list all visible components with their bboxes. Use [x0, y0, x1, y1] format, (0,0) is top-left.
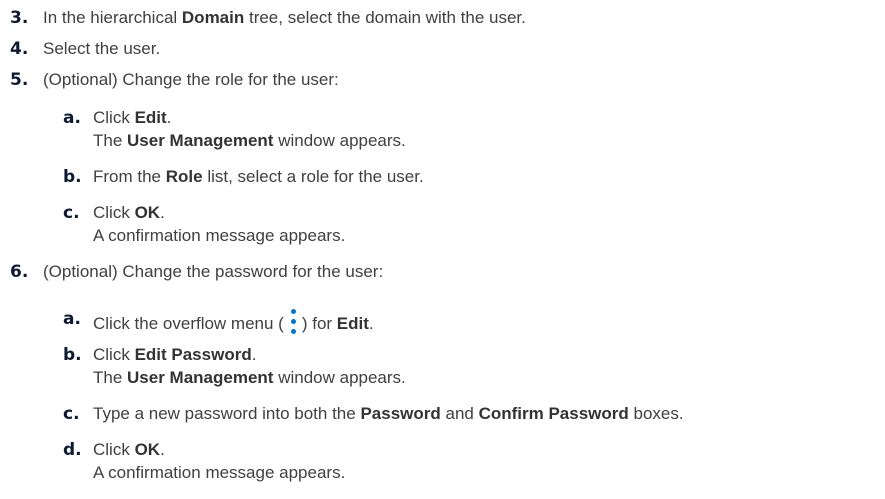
step-number: 4.	[10, 39, 29, 59]
step-text-part: In the hierarchical	[43, 8, 182, 27]
substep-text-part: Click	[93, 108, 135, 127]
ui-term-user-management: User Management	[127, 131, 274, 150]
result-text-part: The	[93, 368, 128, 387]
step-text: Select the user.	[43, 39, 161, 58]
step-text: In the hierarchical Domain tree, select …	[43, 8, 526, 28]
substep-text-part: .	[166, 108, 172, 127]
substep-text: Click Edit Password.	[93, 345, 256, 365]
step-text-part: tree, select the domain with the user.	[244, 8, 526, 27]
result-text-part: window appears.	[273, 131, 406, 150]
step-number: 3.	[10, 8, 29, 28]
substep-text-part: Click the overflow menu (	[93, 314, 284, 333]
result-text-part: The	[93, 131, 128, 150]
substep-text-part: .	[251, 345, 257, 364]
substep-text: Click OK.	[93, 440, 165, 460]
substep-letter: d.	[63, 440, 82, 460]
substep-result: A confirmation message appears.	[93, 226, 346, 245]
ui-term-ok: OK	[134, 440, 161, 459]
substep-text-part: ) for	[301, 314, 337, 333]
procedure-document: 3. In the hierarchical Domain tree, sele…	[0, 0, 885, 499]
substep-text-part: Click	[93, 440, 135, 459]
substep-text-part: .	[160, 203, 165, 222]
ui-term-edit: Edit	[134, 108, 167, 127]
substep-letter: a.	[63, 108, 81, 128]
ui-term-edit: Edit	[336, 314, 369, 333]
substep-result: The User Management window appears.	[93, 131, 406, 151]
substep-result: The User Management window appears.	[93, 368, 406, 388]
result-text-part: window appears.	[273, 368, 406, 387]
substep-text: From the Role list, select a role for th…	[93, 167, 424, 187]
substep-text-part: .	[368, 314, 374, 333]
substep-text-part: .	[160, 440, 165, 459]
ui-term-edit-password: Edit Password	[134, 345, 252, 364]
ui-term-role: Role	[165, 167, 203, 186]
substep-text-part: From the	[93, 167, 166, 186]
step-text: (Optional) Change the role for the user:	[43, 70, 339, 89]
substep-result: A confirmation message appears.	[93, 463, 346, 482]
step-number: 6.	[10, 262, 29, 282]
substep-text-part: and	[440, 404, 479, 423]
step-number: 5.	[10, 70, 29, 90]
step-text: (Optional) Change the password for the u…	[43, 262, 384, 281]
kebab-menu-icon	[286, 309, 300, 335]
substep-text-part: list, select a role for the user.	[202, 167, 424, 186]
substep-letter: c.	[63, 404, 80, 424]
substep-text-part: boxes.	[628, 404, 684, 423]
substep-text: Type a new password into both the Passwo…	[93, 404, 684, 424]
substep-letter: b.	[63, 167, 82, 187]
ui-term-password: Password	[360, 404, 441, 423]
ui-term-user-management: User Management	[127, 368, 274, 387]
substep-text: Click OK.	[93, 203, 165, 223]
substep-letter: c.	[63, 203, 80, 223]
ui-term-confirm-password: Confirm Password	[478, 404, 629, 423]
substep-text-part: Click	[93, 345, 135, 364]
ui-term-ok: OK	[134, 203, 161, 222]
substep-text-part: Type a new password into both the	[93, 404, 361, 423]
ui-term-domain: Domain	[181, 8, 245, 27]
substep-letter: b.	[63, 345, 82, 365]
substep-text: Click the overflow menu ( ) for Edit.	[93, 309, 374, 335]
substep-letter: a.	[63, 309, 81, 329]
substep-text: Click Edit.	[93, 108, 171, 128]
substep-text-part: Click	[93, 203, 135, 222]
